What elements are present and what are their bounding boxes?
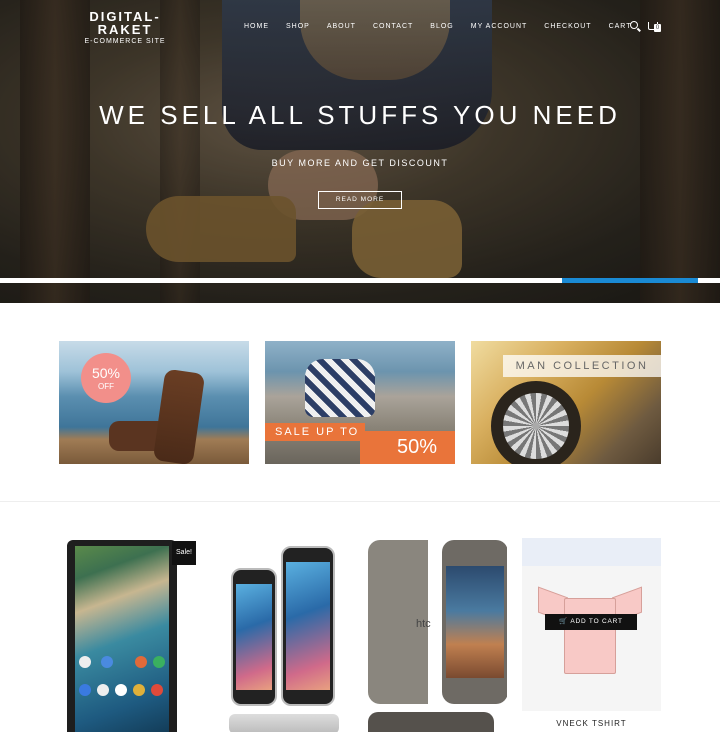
nav-contact[interactable]: CONTACT (373, 23, 413, 30)
search-icon[interactable] (630, 21, 638, 29)
hero-slider: DIGITAL- RAKET E-COMMERCE SITE HOME SHOP… (0, 0, 720, 303)
main-nav: HOME SHOP ABOUT CONTACT BLOG MY ACCOUNT … (244, 23, 649, 30)
product-image-phone-bottom (229, 714, 339, 732)
product-card-vneck-tshirt[interactable]: 🛒 ADD TO CART VNECK TSHIRT (522, 538, 661, 732)
htc-logo: htc (416, 618, 431, 630)
hero-title: WE SELL ALL STUFFS YOU NEED (99, 100, 621, 130)
product-card-htc[interactable]: htc (368, 538, 507, 732)
nav-checkout[interactable]: CHECKOUT (544, 23, 591, 30)
nav-icons: 0 (630, 20, 661, 32)
product-image-phone (281, 546, 335, 706)
banner-image-boot (152, 368, 206, 464)
banner-image-bag (305, 359, 375, 417)
add-to-cart-button[interactable]: 🛒 ADD TO CART (545, 614, 637, 630)
read-more-button[interactable]: READ MORE (318, 191, 402, 209)
promo-banner-sale[interactable]: SALE UP TO 50% (265, 341, 455, 464)
nav-blog[interactable]: BLOG (430, 23, 453, 30)
banner-image-wheel (491, 381, 581, 464)
slider-progress-bar (0, 278, 720, 283)
product-card-nexus[interactable]: Sale! (59, 538, 198, 732)
site-logo[interactable]: DIGITAL- RAKET E-COMMERCE SITE (80, 10, 170, 45)
phone-screen (446, 566, 504, 678)
nav-cart[interactable]: CART (609, 23, 632, 30)
product-card-iphone[interactable] (215, 538, 354, 732)
logo-tagline: E-COMMERCE SITE (84, 38, 166, 45)
sale-badge: Sale! (172, 541, 196, 565)
product-name[interactable]: VNECK TSHIRT (522, 719, 661, 728)
product-image-phone-bottom (368, 712, 494, 732)
app-icons (79, 656, 165, 716)
cart-icon[interactable]: 0 (648, 22, 661, 32)
discount-badge-percent: 50% (91, 365, 121, 381)
product-image-phone (231, 568, 277, 706)
nav-my-account[interactable]: MY ACCOUNT (471, 23, 528, 30)
discount-badge-text: OFF (98, 382, 114, 391)
sale-strip: SALE UP TO (265, 423, 365, 441)
nav-home[interactable]: HOME (244, 23, 269, 30)
hero-overlay (0, 0, 720, 303)
hero-subtitle: BUY MORE AND GET DISCOUNT (271, 158, 449, 168)
nav-about[interactable]: ABOUT (327, 23, 356, 30)
add-to-cart-label: ADD TO CART (570, 618, 623, 625)
cart-count-badge: 0 (654, 24, 661, 32)
product-image-top (522, 538, 661, 566)
slider-progress-fill (562, 278, 698, 283)
nav-shop[interactable]: SHOP (286, 23, 310, 30)
man-collection-label: MAN COLLECTION (503, 355, 661, 377)
promo-banner-man-collection[interactable]: MAN COLLECTION (471, 341, 661, 464)
section-divider (0, 501, 720, 502)
logo-line-2: RAKET (97, 22, 153, 37)
promo-banner-off[interactable]: 50% OFF (59, 341, 249, 464)
discount-badge: 50% OFF (81, 353, 131, 403)
sale-percent: 50% (360, 431, 455, 464)
